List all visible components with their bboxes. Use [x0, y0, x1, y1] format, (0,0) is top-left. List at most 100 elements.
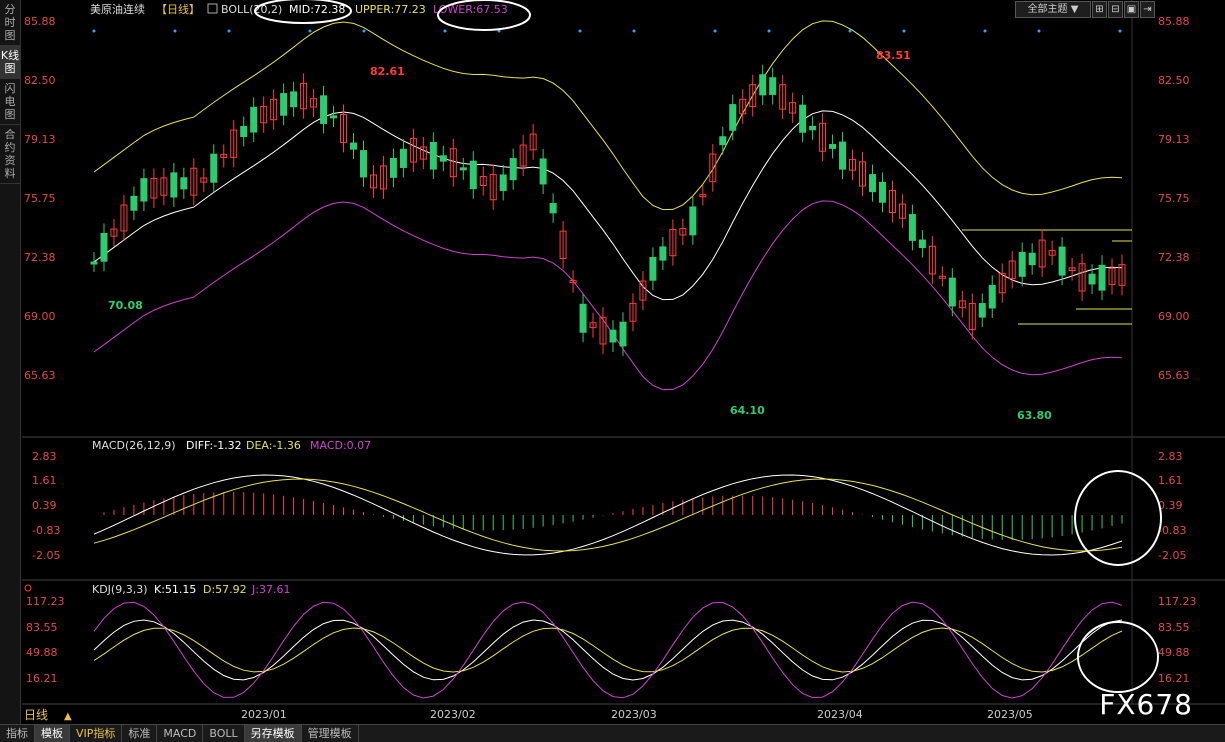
kdj-label-left: 49.88 [26, 646, 58, 659]
annotation-high-1: 82.61 [370, 65, 405, 78]
month-label-jan: 2023/01 [241, 708, 287, 721]
candle-body [1098, 264, 1106, 291]
macd-label-left: 1.61 [32, 474, 57, 487]
candle-body [180, 177, 188, 190]
kdj-label: KDJ(9,3,3) [92, 583, 148, 596]
tab-boll[interactable]: BOLL [203, 725, 245, 742]
next-icon[interactable]: ⇥ [1140, 1, 1155, 18]
signal-dot [227, 29, 231, 33]
kdj-label-right: 49.88 [1158, 646, 1190, 659]
boll-label: BOLL(20,2) [221, 3, 282, 16]
tab-template[interactable]: 模板 [35, 725, 70, 742]
candle-body [539, 158, 547, 185]
candle-body [429, 141, 437, 170]
price-label-right: 65.63 [1158, 369, 1190, 382]
candle-body [1018, 251, 1026, 277]
candle-body [609, 329, 617, 343]
candle-body [689, 206, 697, 236]
signal-dot [848, 29, 852, 33]
boll-mid-line [93, 110, 1123, 301]
highlight-circle-macd [1074, 470, 1162, 566]
macd-value: MACD:0.07 [310, 439, 371, 452]
month-label-apr: 2023/04 [817, 708, 863, 721]
candle-body [1088, 273, 1096, 285]
candle-body [619, 321, 627, 347]
kdj-settings-icon[interactable] [24, 584, 32, 592]
period-dropdown-icon[interactable]: ▲ [64, 711, 72, 722]
kdj-d: D:57.92 [203, 583, 247, 596]
boll-settings-icon[interactable] [207, 3, 218, 14]
candle-body [839, 141, 847, 170]
candle-body [769, 77, 777, 95]
macd-label-right: -0.83 [1158, 524, 1186, 537]
kdj-label-left: 117.23 [26, 595, 65, 608]
candle-body [659, 246, 667, 261]
macd-diff-line [93, 474, 1123, 556]
tab-standard[interactable]: 标准 [122, 725, 158, 742]
signal-dot [902, 29, 906, 33]
candle-body [499, 174, 507, 191]
candle-body [988, 284, 996, 309]
price-label-right: 79.13 [1158, 133, 1190, 146]
month-label-mar: 2023/03 [611, 708, 657, 721]
signal-dot [983, 29, 987, 33]
candle-body [439, 155, 447, 162]
signal-dot [308, 29, 312, 33]
macd-label-right: 2.83 [1158, 450, 1183, 463]
annotation-low-1: 70.08 [108, 299, 143, 312]
tab-kline[interactable]: K线图 [0, 46, 20, 79]
signal-dot [92, 29, 96, 33]
tab-flash[interactable]: 闪电图 [0, 79, 20, 125]
candle-body [829, 144, 837, 149]
kdj-j-line [93, 601, 1123, 699]
zoom-icon[interactable]: ⊟ [1108, 1, 1123, 18]
candle-body [868, 174, 876, 193]
period-indicator[interactable]: 日线 [24, 708, 48, 722]
kdj-label-right: 83.55 [1158, 621, 1190, 634]
candle-body [908, 214, 916, 241]
candle-body [759, 74, 767, 96]
chart-area[interactable]: 美原油连续 【日线】 BOLL(20,2) MID:72.38 UPPER:77… [22, 0, 1225, 724]
boll-lower: LOWER:67.53 [433, 3, 508, 16]
theme-dropdown[interactable]: 全部主题 ▼ [1015, 1, 1091, 18]
candle-body [399, 148, 407, 168]
candle-body [1028, 252, 1036, 266]
chart-canvas[interactable]: 美原油连续 【日线】 BOLL(20,2) MID:72.38 UPPER:77… [22, 0, 1225, 724]
signal-dot [713, 29, 717, 33]
signal-dot [1118, 29, 1122, 33]
watermark: FX678 [1099, 688, 1193, 721]
month-label-may: 2023/05 [987, 708, 1033, 721]
layout-icon[interactable]: ▣ [1124, 1, 1139, 18]
macd-label-left: -0.83 [32, 524, 60, 537]
candle-body [719, 136, 727, 146]
tab-timeshare[interactable]: 分时图 [0, 0, 20, 46]
signal-dot [578, 29, 582, 33]
tab-manage-template[interactable]: 管理模板 [302, 725, 359, 742]
candle-body [809, 125, 817, 131]
candle-body [579, 303, 587, 333]
candle-body [389, 158, 397, 178]
price-label-right: 75.75 [1158, 192, 1190, 205]
tab-contract-info[interactable]: 合约资料 [0, 125, 20, 184]
tab-indicator[interactable]: 指标 [0, 725, 35, 742]
candle-body [1058, 246, 1066, 276]
kdj-k: K:51.15 [154, 583, 196, 596]
annotation-low-3: 63.80 [1017, 409, 1052, 422]
bottom-tab-bar: 指标 模板 VIP指标 标准 MACD BOLL 另存模板 管理模板 [0, 724, 1225, 742]
instrument-title: 美原油连续 [90, 2, 145, 16]
candle-body [210, 153, 218, 183]
macd-diff: DIFF:-1.32 [186, 439, 242, 452]
tab-macd[interactable]: MACD [157, 725, 204, 742]
price-label-right: 85.88 [1158, 15, 1190, 28]
annotation-high-2: 83.51 [876, 49, 911, 62]
candle-body [170, 172, 178, 198]
tab-vip-indicator[interactable]: VIP指标 [70, 725, 123, 742]
signal-dot [632, 29, 636, 33]
price-label-left: 65.63 [24, 369, 56, 382]
crosshair-icon[interactable]: ⊞ [1092, 1, 1107, 18]
tab-save-template[interactable]: 另存模板 [244, 725, 302, 742]
kdj-label-left: 16.21 [26, 672, 58, 685]
candle-body [130, 195, 138, 211]
period-tag: 【日线】 [156, 2, 200, 16]
macd-label-right: 1.61 [1158, 474, 1183, 487]
